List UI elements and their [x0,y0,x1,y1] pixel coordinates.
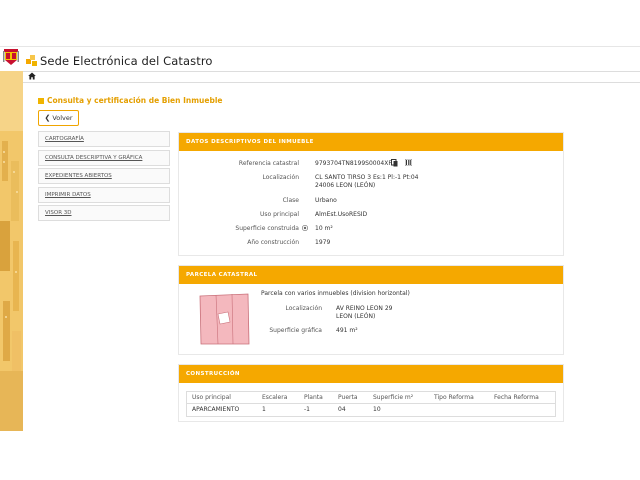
col-escalera: Escalera [262,394,288,401]
ref-catastral-value: 9793704TN8199S0004XF [315,160,392,167]
ano-construccion-value: 1979 [315,239,331,246]
ano-construccion-label: Año construcción [247,239,299,246]
col-superficie: Superficie m² [373,394,414,401]
back-button-label: Volver [52,114,73,122]
col-uso-principal: Uso principal [192,394,231,401]
clase-label: Clase [282,197,299,204]
localizacion-label: Localización [262,174,299,181]
page-title-text: Consulta y certificación de Bien Inmuebl… [47,96,223,105]
side-menu: CARTOGRAFÍA CONSULTA DESCRIPTIVA Y GRÁFI… [38,131,170,224]
title-bullet-icon [38,97,44,104]
col-planta: Planta [304,394,323,401]
page-title: Consulta y certificación de Bien Inmuebl… [38,96,223,105]
construccion-panel-header: CONSTRUCCIÓN [179,365,563,383]
uso-principal-value: AlmEst.UsoRESID [315,211,368,218]
superficie-grafica-label: Superficie gráfica [269,327,322,334]
menu-item-visor-3d[interactable]: VISOR 3D [38,205,170,221]
cell-planta: -1 [304,406,310,413]
parcela-localizacion-value: AV REINO LEON 29 [336,305,393,312]
chevron-left-icon: ❮ [44,114,51,122]
superficie-construida-value: 10 m² [315,225,333,232]
localizacion-value-line2: 24006 LEON (LEÓN) [315,182,376,189]
back-button[interactable]: ❮ Volver [38,110,79,126]
menu-item-cartografia[interactable]: CARTOGRAFÍA [38,131,170,147]
copy-icon[interactable] [391,159,398,167]
top-strip [0,0,640,46]
menu-item-consulta-descriptiva[interactable]: CONSULTA DESCRIPTIVA Y GRÁFICA [38,149,170,166]
construccion-panel: CONSTRUCCIÓN Uso principal Escalera Plan… [178,364,564,422]
cell-escalera: 1 [262,406,266,413]
home-icon[interactable] [28,72,36,80]
col-puerta: Puerta [338,394,358,401]
parcela-panel-header: PARCELA CATASTRAL [179,266,563,284]
table-header-row: Uso principal Escalera Planta Puerta Sup… [187,392,555,404]
parcela-catastral-panel: PARCELA CATASTRAL Parcela con varios inm… [178,265,564,355]
uso-principal-label: Uso principal [260,211,299,218]
superficie-grafica-value: 491 m² [336,327,358,334]
catastro-logo-icon[interactable] [26,55,38,67]
col-fecha-reforma: Fecha Reforma [494,394,539,401]
clase-value: Urbano [315,197,337,204]
menu-item-imprimir-datos[interactable]: IMPRIMIR DATOS [38,186,170,203]
parcela-localizacion-value-line2: LEON (LEÓN) [336,313,376,320]
cell-superficie: 10 [373,406,381,413]
cell-uso-principal: APARCAMIENTO [192,406,240,413]
site-title[interactable]: Sede Electrónica del Catastro [40,54,213,68]
ref-catastral-label: Referencia catastral [238,160,299,167]
barcode-icon[interactable] [405,159,412,166]
datos-descriptivos-panel: DATOS DESCRIPTIVOS DEL INMUEBLE Referenc… [178,132,564,256]
parcel-map-thumbnail[interactable] [198,292,250,346]
parcela-subtitle: Parcela con varios inmuebles (division h… [261,290,410,297]
datos-panel-header: DATOS DESCRIPTIVOS DEL INMUEBLE [179,133,563,151]
menu-item-expedientes-abiertos[interactable]: EXPEDIENTES ABIERTOS [38,168,170,184]
city-photo-band [0,71,23,431]
parcela-localizacion-label: Localización [285,305,322,312]
construccion-table: Uso principal Escalera Planta Puerta Sup… [186,391,556,417]
shield-icon [3,49,19,65]
superficie-construida-label: Superficie construida [235,225,299,232]
info-icon[interactable] [302,225,308,231]
col-tipo-reforma: Tipo Reforma [434,394,474,401]
cell-puerta: 04 [338,406,346,413]
table-row: APARCAMIENTO 1 -1 04 10 [187,404,555,416]
breadcrumb-bar [0,71,640,83]
localizacion-value: CL SANTO TIRSO 3 Es:1 Pl:-1 Pt:04 [315,174,419,181]
